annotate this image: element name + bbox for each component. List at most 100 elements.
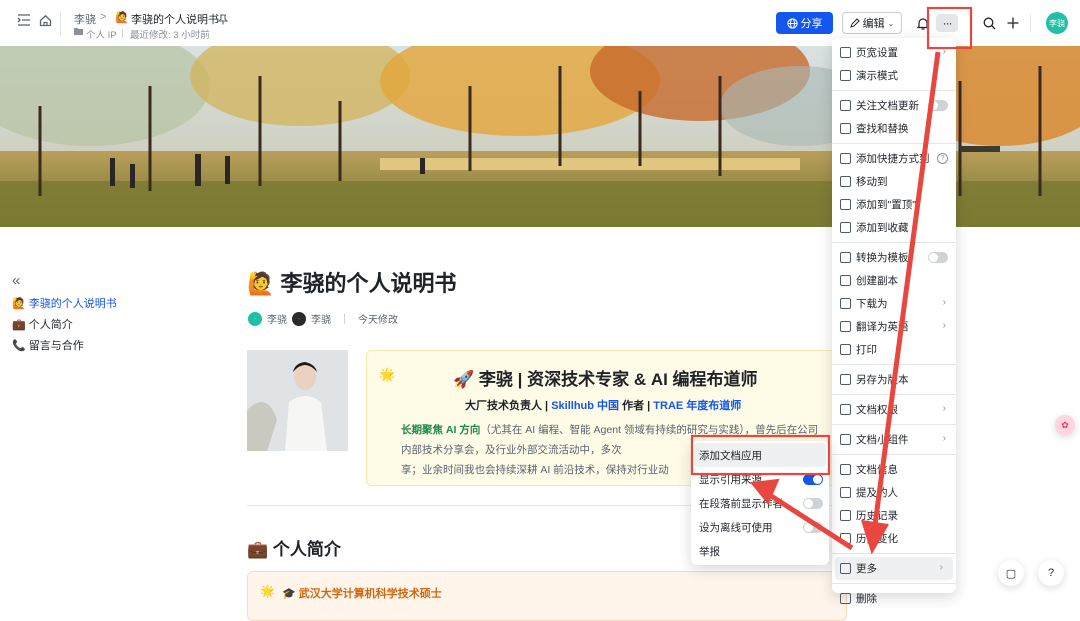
menu-item[interactable]: 转换为模板 bbox=[832, 246, 956, 269]
menu-item[interactable]: 文档权限 › bbox=[832, 398, 956, 421]
history-change-icon bbox=[840, 533, 851, 544]
toggle-switch[interactable] bbox=[803, 474, 823, 485]
breadcrumb-current[interactable]: 李骁的个人说明书 bbox=[131, 11, 219, 27]
menu-item[interactable]: 打印 bbox=[832, 338, 956, 361]
plus-icon[interactable] bbox=[1003, 13, 1023, 33]
chevron-right-icon: › bbox=[939, 562, 943, 573]
menu-item-label: 历史变化 bbox=[856, 533, 898, 545]
permission-icon bbox=[840, 404, 851, 415]
info-icon bbox=[840, 464, 851, 475]
menu-item[interactable]: 添加到收藏 bbox=[832, 216, 956, 239]
chevron-down-icon: ⌄ bbox=[887, 18, 895, 28]
menu-item[interactable]: 另存为版本 bbox=[832, 368, 956, 391]
menu-item-label: 更多 bbox=[856, 563, 877, 575]
menu-separator bbox=[832, 553, 956, 554]
submenu-item[interactable]: 显示引用来源 bbox=[691, 467, 829, 491]
toc-item[interactable]: 💼 个人简介 bbox=[12, 315, 212, 336]
menu-item[interactable]: 添加快捷方式到? bbox=[832, 147, 956, 170]
toc-item-emoji: 📞 bbox=[12, 340, 26, 352]
menu-item-label: 历史记录 bbox=[856, 510, 898, 522]
space-label[interactable]: 个人 IP bbox=[86, 27, 117, 41]
user-avatar[interactable]: 李骁 bbox=[1046, 12, 1068, 34]
menu-separator bbox=[832, 143, 956, 144]
edu-icon: 🌟 bbox=[260, 584, 275, 598]
menu-item-label: 创建副本 bbox=[856, 275, 898, 287]
callout-subline: 大厂技术负责人 | Skillhub 中国 作者 | TRAE 年度布道师 bbox=[465, 397, 741, 413]
toc-collapse-icon[interactable]: « bbox=[12, 272, 212, 290]
help-icon[interactable]: ? bbox=[1038, 560, 1064, 586]
edit-label: 编辑 bbox=[862, 18, 885, 30]
menu-item[interactable]: 页宽设置 › bbox=[832, 41, 956, 64]
meta-divider bbox=[122, 29, 123, 38]
chevron-right-icon: › bbox=[942, 320, 946, 331]
search-icon[interactable] bbox=[979, 13, 999, 33]
menu-item[interactable]: 下载为 › bbox=[832, 292, 956, 315]
menu-item-label: 关注文档更新 bbox=[856, 100, 919, 112]
menu-item[interactable]: 演示模式 bbox=[832, 64, 956, 87]
assistant-icon[interactable]: ✿ bbox=[1055, 415, 1075, 435]
move-icon bbox=[840, 176, 851, 187]
menu-item[interactable]: 查找和替换 bbox=[832, 117, 956, 140]
page-title[interactable]: 🙋 李骁的个人说明书 bbox=[247, 266, 457, 298]
trash-icon bbox=[840, 593, 851, 604]
menu-separator bbox=[832, 242, 956, 243]
toggle-switch[interactable] bbox=[928, 252, 948, 263]
author-avatar[interactable]: · bbox=[292, 311, 306, 326]
toggle-switch[interactable] bbox=[928, 100, 948, 111]
more-button[interactable]: ··· bbox=[936, 14, 958, 32]
star-icon bbox=[840, 222, 851, 233]
globe-icon bbox=[786, 17, 798, 29]
menu-item[interactable]: 创建副本 bbox=[832, 269, 956, 292]
toc-item[interactable]: 📞 留言与合作 bbox=[12, 336, 212, 357]
menu-item[interactable]: 更多 › bbox=[835, 557, 953, 580]
menu-item[interactable]: 文档信息 bbox=[832, 458, 956, 481]
submenu-item[interactable]: 在段落前显示作者 bbox=[691, 491, 829, 515]
submenu-item[interactable]: 举报 bbox=[691, 539, 829, 563]
submenu-item-label: 在段落前显示作者 bbox=[699, 497, 783, 510]
submenu-item[interactable]: 设为离线可使用 bbox=[691, 515, 829, 539]
menu-item[interactable]: 历史记录 bbox=[832, 504, 956, 527]
breadcrumb-parent[interactable]: 李骁 bbox=[74, 11, 96, 27]
menu-item[interactable]: 文档小组件 › bbox=[832, 428, 956, 451]
find-icon bbox=[840, 123, 851, 134]
folder-icon bbox=[74, 27, 83, 38]
sidebar-toggle-icon[interactable] bbox=[14, 10, 34, 30]
home-icon[interactable] bbox=[35, 10, 55, 30]
menu-item[interactable]: 翻译为英语 › bbox=[832, 315, 956, 338]
menu-item-label: 添加到"置顶" bbox=[856, 199, 916, 211]
edit-button[interactable]: 编辑 ⌄ bbox=[842, 12, 902, 34]
toggle-switch[interactable] bbox=[803, 498, 823, 509]
more-menu: 页宽设置 › 演示模式 关注文档更新 查找和替换 添加快捷方式到? 移动到 添加到"置顶" 添加… bbox=[832, 38, 956, 605]
menu-separator bbox=[832, 454, 956, 455]
menu-item[interactable]: 关注文档更新 bbox=[832, 94, 956, 117]
menu-item[interactable]: 添加到"置顶" bbox=[832, 193, 956, 216]
doc-outline-icon[interactable]: ▢ bbox=[998, 560, 1024, 586]
skillhub-link[interactable]: Skillhub 中国 bbox=[551, 400, 619, 412]
breadcrumb-emoji: 🙋 bbox=[115, 12, 129, 24]
education-callout: 🌟 🎓 武汉大学计算机科学技术硕士 bbox=[247, 571, 847, 621]
menu-item-label: 页宽设置 bbox=[856, 47, 898, 59]
toggle-switch[interactable] bbox=[803, 522, 823, 533]
section-heading[interactable]: 💼 个人简介 bbox=[247, 535, 341, 560]
menu-item[interactable]: 移动到 bbox=[832, 170, 956, 193]
author-name[interactable]: 李骁 bbox=[311, 311, 331, 326]
trae-link[interactable]: TRAE 年度布道师 bbox=[653, 400, 741, 412]
submenu-item[interactable]: 添加文档应用 bbox=[694, 443, 826, 467]
menu-item[interactable]: 提及的人 bbox=[832, 481, 956, 504]
pin-icon[interactable] bbox=[216, 9, 230, 29]
bell-icon[interactable] bbox=[913, 13, 933, 33]
save-version-icon bbox=[840, 374, 851, 385]
menu-item[interactable]: 历史变化 bbox=[832, 527, 956, 550]
menu-item-label: 删除 bbox=[856, 593, 877, 605]
author-avatar[interactable]: · bbox=[248, 311, 262, 326]
copy-icon bbox=[840, 275, 851, 286]
toc-item-label: 留言与合作 bbox=[28, 340, 84, 352]
toc-item[interactable]: 🙋 李骁的个人说明书 bbox=[12, 294, 212, 315]
share-button[interactable]: 分享 bbox=[776, 12, 833, 34]
author-name[interactable]: 李骁 bbox=[267, 311, 287, 326]
pencil-icon bbox=[849, 18, 860, 28]
menu-item-label: 文档信息 bbox=[856, 464, 898, 476]
topbar-divider bbox=[60, 12, 61, 36]
menu-item[interactable]: 删除 bbox=[832, 587, 956, 610]
help-circle-icon[interactable]: ? bbox=[937, 153, 948, 164]
